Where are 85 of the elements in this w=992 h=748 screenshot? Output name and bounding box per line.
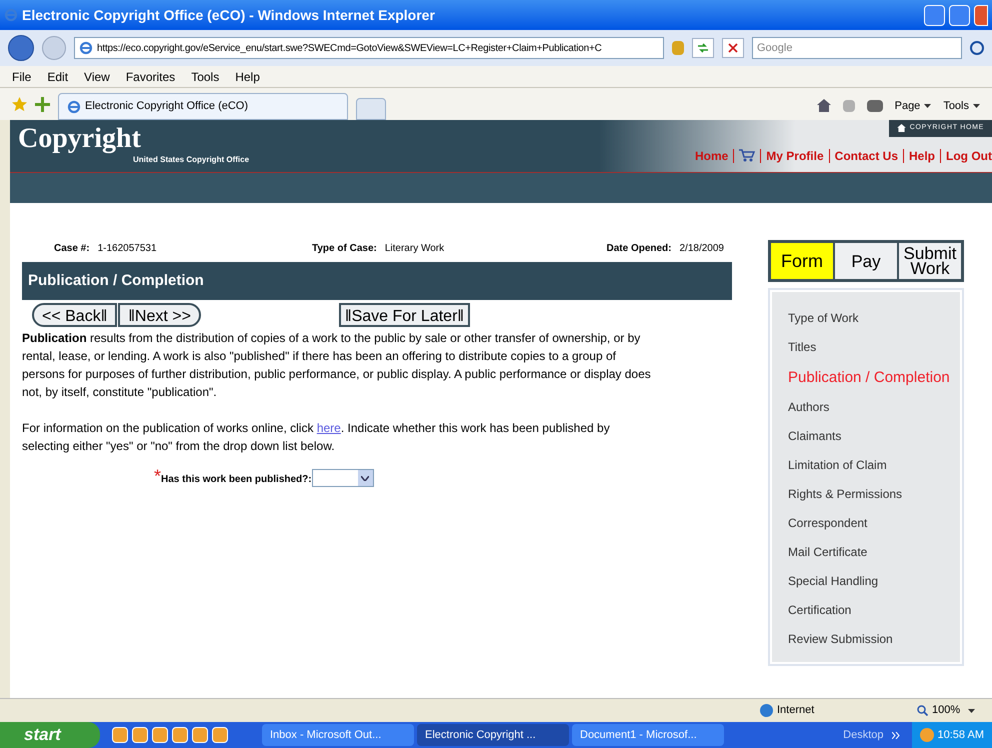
menu-item[interactable]: Tools bbox=[191, 68, 220, 86]
case-value: 2/18/2009 bbox=[680, 242, 724, 256]
caret-icon bbox=[973, 104, 980, 108]
chevron-icon[interactable] bbox=[892, 732, 900, 738]
refresh-button[interactable] bbox=[692, 38, 714, 58]
save-for-later-button[interactable]: ‖Save For Later‖ bbox=[338, 303, 470, 327]
quick-launch-icon[interactable] bbox=[172, 727, 188, 743]
caret-icon bbox=[968, 708, 976, 712]
window-title: Electronic Copyright Office (eCO) - Windows Internet Explorer bbox=[22, 6, 436, 25]
zone-label: Internet bbox=[777, 703, 816, 718]
step-link[interactable]: Authors bbox=[788, 393, 960, 422]
header-link[interactable]: Help bbox=[909, 146, 936, 164]
question-label: Has this work been published?: bbox=[161, 473, 312, 487]
page-icon bbox=[67, 100, 81, 114]
add-favorites-icon[interactable] bbox=[35, 97, 50, 112]
step-tab[interactable]: Submit Work bbox=[899, 243, 961, 279]
home-icon bbox=[896, 124, 906, 132]
home-icon[interactable] bbox=[816, 99, 831, 112]
search-icon[interactable] bbox=[970, 41, 984, 55]
maximize-button[interactable] bbox=[949, 4, 970, 26]
address-field[interactable]: https://eco.copyright.gov/eService_enu/start.swe?SWECmd=GotoView&SWEView=LC+Register+Claim+Publication+C bbox=[74, 37, 664, 59]
favorites-star-icon[interactable] bbox=[12, 97, 27, 112]
minimize-button[interactable] bbox=[924, 4, 945, 26]
published-dropdown[interactable] bbox=[312, 469, 374, 487]
step-link[interactable]: Correspondent bbox=[788, 509, 960, 538]
step-link[interactable]: Rights & Permissions bbox=[788, 480, 960, 509]
here-link[interactable]: here bbox=[316, 421, 341, 435]
close-button[interactable] bbox=[974, 4, 988, 26]
desktop-label[interactable]: Desktop bbox=[843, 726, 884, 744]
quick-launch-icon[interactable] bbox=[112, 727, 128, 743]
quick-launch-icon[interactable] bbox=[152, 727, 168, 743]
caret-icon bbox=[924, 104, 932, 108]
zoom-button[interactable]: 100% bbox=[917, 702, 992, 719]
case-value: 1-162057531 bbox=[98, 242, 157, 256]
taskbar-task[interactable]: Electronic Copyright ... bbox=[417, 724, 569, 746]
refresh-icon bbox=[697, 43, 709, 53]
menu-item[interactable]: Help bbox=[235, 68, 260, 86]
menu-item[interactable]: Favorites bbox=[126, 68, 176, 86]
header-link[interactable]: Contact Us bbox=[834, 146, 898, 164]
next-button[interactable]: ‖Next >> bbox=[118, 303, 201, 327]
taskbar-task[interactable]: Document1 - Microsof... bbox=[572, 724, 724, 746]
globe-icon bbox=[760, 704, 773, 717]
step-link[interactable]: Claimants bbox=[788, 422, 960, 451]
case-label: Date Opened: bbox=[606, 242, 672, 256]
page-icon bbox=[79, 41, 93, 55]
step-link[interactable]: Certification bbox=[788, 596, 960, 625]
case-label: Type of Case: bbox=[312, 242, 377, 256]
step-link[interactable]: Review Submission bbox=[788, 625, 960, 654]
search-field[interactable]: Google bbox=[752, 37, 962, 59]
magnifier-icon bbox=[917, 705, 928, 716]
intro-paragraph: Publication results from the distribution of copies of a work to the public by sale or other transfer of ownership, or by rental, lease, or lending. A work is also "published" if there has been an offering to distribute copies to a group of persons for purposes of further distribution, public performance, or public display. A public performance or display does not, by itself, constitute "publication". bbox=[22, 330, 652, 401]
back-nav-button[interactable] bbox=[8, 35, 34, 61]
quick-launch-icon[interactable] bbox=[192, 727, 208, 743]
step-link[interactable]: Special Handling bbox=[788, 567, 960, 596]
section-title: Publication / Completion bbox=[28, 270, 204, 291]
menu-item[interactable]: View bbox=[84, 68, 110, 86]
step-tab[interactable]: Pay bbox=[835, 243, 897, 279]
toolbar-button[interactable]: Page bbox=[894, 98, 932, 114]
quick-launch-icon[interactable] bbox=[132, 727, 148, 743]
step-link[interactable]: Limitation of Claim bbox=[788, 451, 960, 480]
header-link[interactable]: Log Out bbox=[946, 146, 992, 164]
required-mark: * bbox=[154, 469, 162, 483]
step-link[interactable]: Mail Certificate bbox=[788, 538, 960, 567]
browser-tab[interactable]: Electronic Copyright Office (eCO) bbox=[58, 93, 348, 120]
menu-item[interactable]: File bbox=[12, 68, 32, 86]
step-link[interactable]: Type of Work bbox=[788, 304, 960, 333]
browser-icon bbox=[4, 8, 18, 22]
header-link[interactable]: My Profile bbox=[766, 146, 824, 164]
cart-icon[interactable] bbox=[739, 149, 756, 162]
case-value: Literary Work bbox=[384, 242, 444, 256]
step-tab[interactable]: Form bbox=[771, 243, 833, 279]
clock: 10:58 AM bbox=[938, 728, 984, 743]
back-button[interactable]: << Back‖ bbox=[32, 303, 118, 327]
step-link[interactable]: Titles bbox=[788, 333, 960, 362]
stop-icon bbox=[728, 43, 738, 53]
start-button[interactable]: start bbox=[0, 722, 100, 748]
site-logo[interactable]: Copyright bbox=[18, 124, 250, 154]
menu-item[interactable]: Edit bbox=[47, 68, 68, 86]
quick-launch-icon[interactable] bbox=[212, 727, 228, 743]
case-label: Case #: bbox=[54, 242, 90, 256]
stop-button[interactable] bbox=[722, 38, 744, 58]
toolbar-button[interactable]: Tools bbox=[943, 98, 980, 114]
taskbar-task[interactable]: Inbox - Microsoft Out... bbox=[262, 724, 414, 746]
site-subtitle: United States Copyright Office bbox=[132, 154, 250, 166]
info-paragraph: For information on the publication of works online, click here. Indicate whether this work has been published by selecting either "yes" or "no" from the drop down list below. bbox=[22, 420, 611, 455]
